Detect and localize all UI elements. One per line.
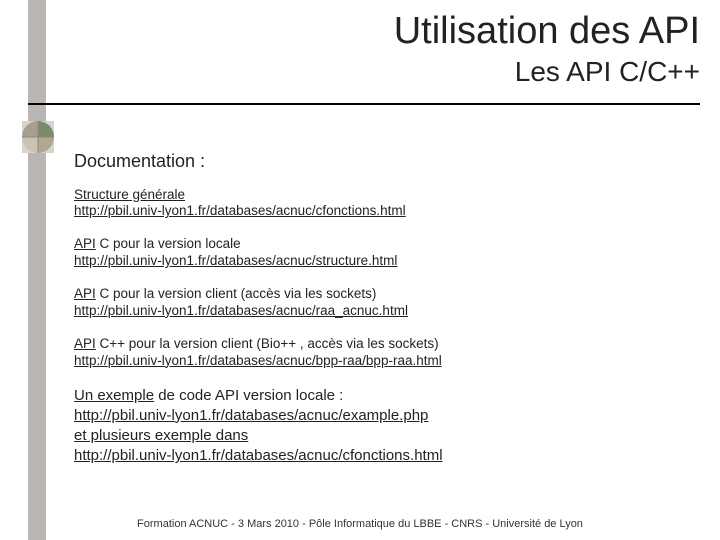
example-mid: et plusieurs exemple dans <box>74 426 690 446</box>
logo-icon <box>22 121 54 153</box>
example-prefix: Un exemple <box>74 387 154 404</box>
block-api-client-cpp: API C++ pour la version client (Bio++ , … <box>74 336 690 370</box>
example-link-2[interactable]: http://pbil.univ-lyon1.fr/databases/acnu… <box>74 446 690 466</box>
slide: Utilisation des API Les API C/C++ Docume… <box>0 0 720 540</box>
api-local-prefix: API <box>74 236 96 251</box>
example-rest: de code API version locale : <box>154 387 343 404</box>
left-rail <box>28 0 46 540</box>
block-api-client-c: API C pour la version client (accès via … <box>74 286 690 320</box>
api-client-c-prefix: API <box>74 286 96 301</box>
footer: Formation ACNUC - 3 Mars 2010 - Pôle Inf… <box>0 518 720 530</box>
api-client-cpp-prefix: API <box>74 336 96 351</box>
api-local-link[interactable]: http://pbil.univ-lyon1.fr/databases/acnu… <box>74 253 397 268</box>
structure-label: Structure générale <box>74 187 185 202</box>
example-link-1[interactable]: http://pbil.univ-lyon1.fr/databases/acnu… <box>74 406 690 426</box>
block-structure: Structure générale http://pbil.univ-lyon… <box>74 187 690 221</box>
api-local-rest: C pour la version locale <box>96 236 241 251</box>
title-block: Utilisation des API Les API C/C++ <box>394 12 700 88</box>
api-client-c-rest: C pour la version client (accès via les … <box>96 286 377 301</box>
section-heading: Documentation : <box>74 150 690 173</box>
api-client-c-link[interactable]: http://pbil.univ-lyon1.fr/databases/acnu… <box>74 303 408 318</box>
page-subtitle: Les API C/C++ <box>394 56 700 88</box>
block-example: Un exemple de code API version locale : … <box>74 386 690 467</box>
page-title: Utilisation des API <box>394 12 700 52</box>
api-client-cpp-link[interactable]: http://pbil.univ-lyon1.fr/databases/acnu… <box>74 353 442 368</box>
block-api-local: API C pour la version locale http://pbil… <box>74 236 690 270</box>
divider <box>28 103 700 105</box>
content: Documentation : Structure générale http:… <box>74 150 690 483</box>
structure-link[interactable]: http://pbil.univ-lyon1.fr/databases/acnu… <box>74 203 406 218</box>
api-client-cpp-rest: C++ pour la version client (Bio++ , accè… <box>96 336 439 351</box>
